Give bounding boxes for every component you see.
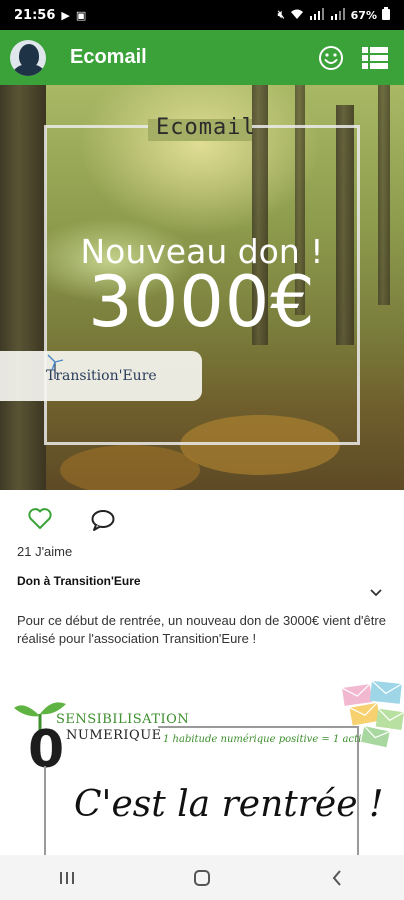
hero-amount: 3000€ [88,261,316,343]
divider [44,766,46,855]
post-actions [0,505,404,541]
system-nav-bar [0,855,404,900]
like-count[interactable]: 21 J'aime [17,544,72,559]
notification-icon: ▣ [75,8,87,22]
leaves [60,445,200,490]
wifi-icon [290,8,304,23]
battery-icon [382,7,390,23]
avatar[interactable] [10,39,46,76]
battery-percent: 67% [350,8,377,22]
back-icon[interactable] [317,858,357,898]
home-icon[interactable] [182,858,222,898]
mute-icon: 🔇︎ [277,8,285,21]
sensibilisation-label: SENSIBILISATION [56,712,190,727]
smiley-icon[interactable] [316,43,346,73]
next-post-image[interactable]: 0 SENSIBILISATION NUMERIQUE 1 habitude n… [0,680,404,855]
numerique-label: NUMERIQUE [66,728,162,743]
recent-apps-icon[interactable] [47,858,87,898]
status-bar: 21:56 ▶ ▣ 🔇︎ 67% [0,0,404,30]
wind-turbine-icon [46,353,64,384]
chevron-down-icon[interactable] [369,585,383,603]
envelopes-icon [341,680,404,753]
comment-icon[interactable] [90,508,116,537]
post-body: Pour ce début de rentrée, un nouveau don… [17,613,386,646]
list-icon[interactable] [360,43,390,73]
post-title: Don à Transition'Eure [17,574,141,588]
app-bar: Ecomail [0,30,404,85]
post-image[interactable]: Ecomail Nouveau don ! 3000€ Transition'E… [0,85,404,490]
partner-badge: Transition'Eure [0,351,202,401]
divider [158,726,358,728]
status-time: 21:56 [14,7,56,23]
signal-icon-2 [330,7,346,23]
app-title: Ecomail [70,46,147,68]
headline: C'est la rentrée ! [74,784,384,825]
like-icon[interactable] [27,507,53,536]
hero-brand: Ecomail [156,115,256,140]
play-icon: ▶ [61,8,70,22]
zero-digit: 0 [28,720,65,780]
signal-icon [309,7,325,23]
